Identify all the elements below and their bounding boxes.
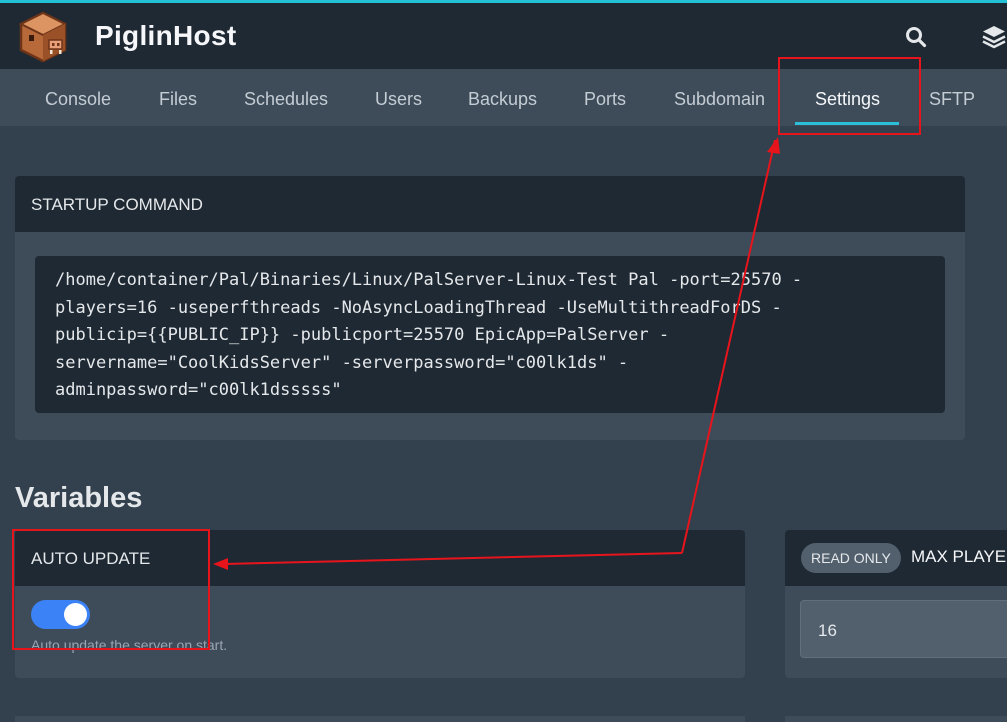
read-only-badge: READ ONLY (801, 543, 901, 573)
variables-heading: Variables (15, 482, 143, 514)
tab-console[interactable]: Console (45, 89, 111, 110)
tab-schedules[interactable]: Schedules (244, 89, 328, 110)
auto-update-description: Auto update the server on start. (31, 637, 228, 653)
max-players-title: MAX PLAYERS (911, 547, 1007, 566)
max-players-input[interactable]: 16 (800, 600, 1007, 658)
active-tab-indicator (795, 122, 899, 125)
max-players-value: 16 (818, 621, 837, 640)
next-card-top (15, 716, 745, 722)
auto-update-toggle[interactable] (31, 600, 90, 629)
server-nav-bar: Console Files Schedules Users Backups Po… (0, 69, 1007, 126)
command-line: servername="CoolKidsServer" -serverpassw… (55, 352, 629, 373)
tab-files[interactable]: Files (159, 89, 197, 110)
tab-backups[interactable]: Backups (468, 89, 537, 110)
startup-command-text: /home/container/Pal/Binaries/Linux/PalSe… (35, 256, 945, 413)
tab-subdomain[interactable]: Subdomain (674, 89, 765, 110)
tab-sftp[interactable]: SFTP (929, 89, 975, 110)
auto-update-title: AUTO UPDATE (31, 549, 151, 568)
toggle-knob (64, 603, 87, 626)
layers-icon[interactable] (982, 23, 1007, 51)
auto-update-card: AUTO UPDATE (15, 530, 745, 678)
next-card-top (785, 716, 1007, 722)
command-line: /home/container/Pal/Binaries/Linux/PalSe… (55, 270, 803, 290)
search-icon[interactable] (902, 23, 930, 51)
tab-settings[interactable]: Settings (815, 89, 880, 110)
startup-command-title: STARTUP COMMAND (31, 195, 203, 214)
piglin-logo-icon[interactable] (16, 10, 70, 64)
command-line: publicip={{PUBLIC_IP}} -publicport=25570… (55, 325, 670, 345)
top-header: PiglinHost (0, 3, 1007, 69)
startup-command-header: STARTUP COMMAND (15, 176, 965, 232)
tab-users[interactable]: Users (375, 89, 422, 110)
command-line: adminpassword="c00lk1dsssss" (55, 380, 342, 400)
tab-ports[interactable]: Ports (584, 89, 626, 110)
command-line: players=16 -useperfthreads -NoAsyncLoadi… (55, 297, 782, 318)
auto-update-header: AUTO UPDATE (15, 530, 745, 586)
brand-name[interactable]: PiglinHost (95, 20, 236, 52)
